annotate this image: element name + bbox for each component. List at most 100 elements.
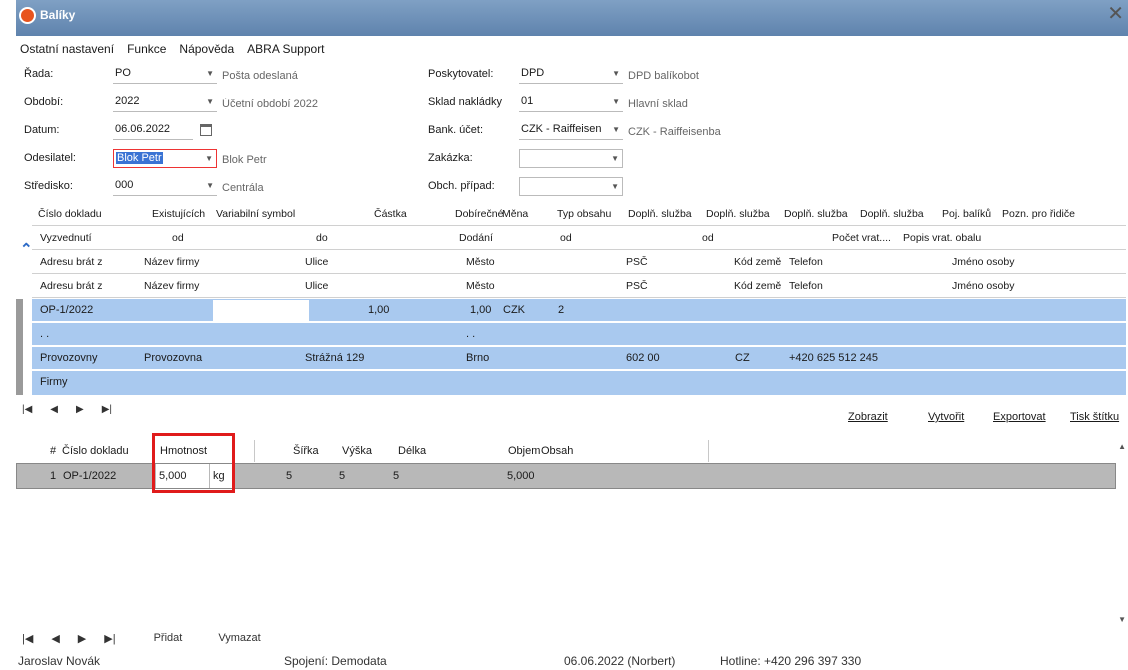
grid1-record-row-1[interactable]: OP-1/2022 3 1,00 1,00 CZK 2 xyxy=(32,299,1126,322)
last-icon[interactable]: ▶| xyxy=(102,404,112,415)
col-od[interactable]: od xyxy=(702,232,714,244)
col-mena[interactable]: Měna xyxy=(502,208,528,220)
cell-objem[interactable]: 5,000 xyxy=(507,470,535,482)
col-nazev-firmy[interactable]: Název firmy xyxy=(144,256,199,268)
col-vyzvednuti[interactable]: Vyzvednutí xyxy=(40,232,92,244)
col-vyzvednuti-do[interactable]: do xyxy=(316,232,328,244)
obch-combo[interactable]: ▼ xyxy=(519,177,623,196)
dropdown-arrow-icon[interactable]: ▼ xyxy=(612,69,620,78)
datum-field[interactable]: 06.06.2022 xyxy=(113,121,193,140)
dropdown-arrow-icon[interactable]: ▼ xyxy=(206,181,214,190)
dropdown-arrow-icon[interactable]: ▼ xyxy=(612,97,620,106)
record-selector[interactable] xyxy=(16,299,23,395)
menu-abra-support[interactable]: ABRA Support xyxy=(243,42,324,60)
col-delka[interactable]: Délka xyxy=(398,445,426,457)
bank-combo[interactable]: CZK - Raiffeisen ▼ xyxy=(519,121,623,140)
cell-vyzvednuti-od[interactable]: . . xyxy=(40,328,49,340)
obdobi-combo[interactable]: 2022 ▼ xyxy=(113,93,217,112)
col-obsah[interactable]: Obsah xyxy=(541,445,573,457)
cell-ulice[interactable]: Strážná 129 xyxy=(305,352,364,364)
col-kod-zeme[interactable]: Kód země xyxy=(734,256,781,268)
col-adresu-brat-z-2[interactable]: Adresu brát z xyxy=(40,280,102,292)
menu-napoveda[interactable]: Nápověda xyxy=(175,42,234,60)
cell-typ-obsahu[interactable]: 2 xyxy=(558,304,564,316)
col-mesto-2[interactable]: Město xyxy=(466,280,495,292)
col-mesto[interactable]: Město xyxy=(466,256,495,268)
sklad-combo[interactable]: 01 ▼ xyxy=(519,93,623,112)
col-poj-baliku[interactable]: Poj. balíků xyxy=(942,208,991,220)
grid1-record-row-3[interactable]: Provozovny Provozovna Strážná 129 Brno 6… xyxy=(32,347,1126,370)
cell-cislo-dokladu[interactable]: OP-1/2022 xyxy=(40,304,93,316)
col-cislo-dokladu[interactable]: Číslo dokladu xyxy=(38,208,102,220)
cell-dodani[interactable]: . . xyxy=(466,328,475,340)
dropdown-arrow-icon[interactable]: ▼ xyxy=(611,154,619,163)
zakazka-combo[interactable]: ▼ xyxy=(519,149,623,168)
col-psc-2[interactable]: PSČ xyxy=(626,280,648,292)
dropdown-arrow-icon[interactable]: ▼ xyxy=(205,154,213,163)
zobrazit-button[interactable]: Zobrazit xyxy=(848,411,888,423)
col-dopln-sluzba-1[interactable]: Doplň. služba xyxy=(628,208,692,220)
col-dopln-sluzba-2[interactable]: Doplň. služba xyxy=(706,208,770,220)
col-telefon[interactable]: Telefon xyxy=(789,256,823,268)
col-ulice[interactable]: Ulice xyxy=(305,256,328,268)
col-kod-zeme-2[interactable]: Kód země xyxy=(734,280,781,292)
calendar-icon[interactable] xyxy=(200,124,212,136)
vytvorit-button[interactable]: Vytvořit xyxy=(928,411,964,423)
cell-kod-zeme[interactable]: CZ xyxy=(735,352,750,364)
dropdown-arrow-icon[interactable]: ▼ xyxy=(206,69,214,78)
scroll-down-icon[interactable]: ▼ xyxy=(1118,615,1126,624)
col-nazev-firmy-2[interactable]: Název firmy xyxy=(144,280,199,292)
col-objem[interactable]: Objem xyxy=(508,445,540,457)
cell-variabilni-symbol[interactable] xyxy=(213,300,309,321)
col-dodani[interactable]: Dodání xyxy=(459,232,493,244)
cell-adresu-brat-z[interactable]: Provozovny xyxy=(40,352,97,364)
col-dodani-od[interactable]: od xyxy=(560,232,572,244)
cell-cislo-dokladu-2[interactable]: OP-1/2022 xyxy=(63,470,116,482)
col-pozn-pro-ridice[interactable]: Pozn. pro řidiče xyxy=(1002,208,1075,220)
tisk-stitku-button[interactable]: Tisk štítku xyxy=(1070,411,1119,423)
exportovat-button[interactable]: Exportovat xyxy=(993,411,1046,423)
cell-mena[interactable]: CZK xyxy=(503,304,525,316)
col-vyska[interactable]: Výška xyxy=(342,445,372,457)
dropdown-arrow-icon[interactable]: ▼ xyxy=(206,97,214,106)
col-existujicich[interactable]: Existujících xyxy=(152,208,205,220)
col-pocet-vrat[interactable]: Počet vrat.... xyxy=(832,232,891,244)
next-icon[interactable]: ▶ xyxy=(78,632,86,645)
dropdown-arrow-icon[interactable]: ▼ xyxy=(611,182,619,191)
col-telefon-2[interactable]: Telefon xyxy=(789,280,823,292)
cell-psc[interactable]: 602 00 xyxy=(626,352,660,364)
menu-funkce[interactable]: Funkce xyxy=(123,42,166,60)
last-icon[interactable]: ▶| xyxy=(104,632,115,645)
first-icon[interactable]: |◀ xyxy=(22,632,33,645)
col-psc[interactable]: PSČ xyxy=(626,256,648,268)
cell-telefon[interactable]: +420 625 512 245 xyxy=(789,352,878,364)
col-dopln-sluzba-3[interactable]: Doplň. služba xyxy=(784,208,848,220)
dropdown-arrow-icon[interactable]: ▼ xyxy=(612,125,620,134)
menu-ostatni-nastaveni[interactable]: Ostatní nastavení xyxy=(16,42,114,60)
vymazat-button[interactable]: Vymazat xyxy=(218,632,260,645)
col-ulice-2[interactable]: Ulice xyxy=(305,280,328,292)
cell-adresu-brat-z-2[interactable]: Firmy xyxy=(40,376,68,388)
col-dobirecne[interactable]: Dobírečné xyxy=(455,208,503,220)
rada-combo[interactable]: PO ▼ xyxy=(113,65,217,84)
cell-sirka[interactable]: 5 xyxy=(286,470,292,482)
close-icon[interactable]: ✕ xyxy=(1107,4,1124,24)
col-jmeno-osoby[interactable]: Jméno osoby xyxy=(952,256,1014,268)
prev-icon[interactable]: ◀ xyxy=(51,632,59,645)
grid2-scrollbar[interactable]: ▲ ▼ xyxy=(1116,438,1128,628)
col-adresu-brat-z[interactable]: Adresu brát z xyxy=(40,256,102,268)
cell-nazev-firmy[interactable]: Provozovna xyxy=(144,352,202,364)
prev-icon[interactable]: ◀ xyxy=(50,404,58,415)
scroll-up-icon[interactable]: ▲ xyxy=(1118,442,1126,451)
poskytovatel-combo[interactable]: DPD ▼ xyxy=(519,65,623,84)
col-sirka[interactable]: Šířka xyxy=(293,445,319,457)
col-vyzvednuti-od[interactable]: od xyxy=(172,232,184,244)
cell-dobirecne[interactable]: 1,00 xyxy=(470,304,491,316)
col-popis-vrat-obalu[interactable]: Popis vrat. obalu xyxy=(903,232,981,244)
col-jmeno-osoby-2[interactable]: Jméno osoby xyxy=(952,280,1014,292)
cell-castka[interactable]: 1,00 xyxy=(368,304,389,316)
pridat-button[interactable]: Přidat xyxy=(154,632,183,645)
first-icon[interactable]: |◀ xyxy=(22,404,32,415)
col-cislo-dokladu-2[interactable]: Číslo dokladu xyxy=(62,445,129,457)
odesilatel-combo[interactable]: Blok Petr ▼ xyxy=(113,149,217,168)
